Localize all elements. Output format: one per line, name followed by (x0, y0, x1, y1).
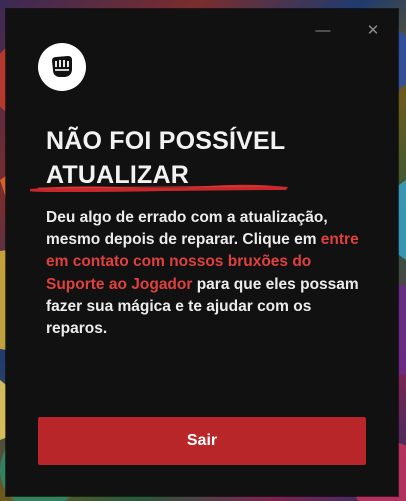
message-text-before: Deu algo de errado com a atualização, me… (46, 209, 328, 249)
dialog-message: Deu algo de errado com a atualização, me… (46, 207, 366, 340)
close-icon: ✕ (366, 22, 380, 39)
brush-stroke-underline (28, 181, 290, 199)
close-button[interactable]: ✕ (360, 19, 386, 41)
minimize-icon: — (315, 21, 331, 39)
exit-button[interactable]: Sair (38, 417, 366, 465)
title-line-1: NÃO FOI POSSÍVEL (46, 127, 286, 155)
riot-fist-logo-icon (38, 43, 86, 91)
minimize-button[interactable]: — (310, 19, 336, 41)
update-error-dialog: — ✕ NÃO FOI POSSÍVEL ATUALIZAR Deu algo … (6, 9, 398, 496)
